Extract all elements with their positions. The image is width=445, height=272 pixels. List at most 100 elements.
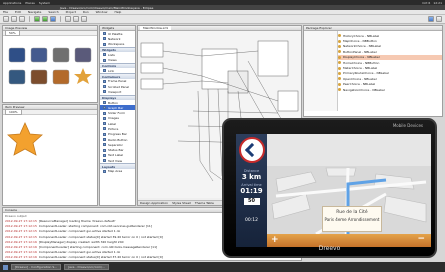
log-message: ComponentLoader: component status[0] sta… xyxy=(38,234,163,239)
palette-label: Views xyxy=(108,58,117,63)
component-icon xyxy=(338,44,341,48)
log-timestamp: 2012-09-27 17:12:15 xyxy=(5,224,37,229)
task-label: Java - Dreevo/src/com/... xyxy=(68,265,105,269)
screen-node xyxy=(140,78,164,90)
widget-icon xyxy=(103,79,106,83)
palette-label: Text Label xyxy=(108,153,124,158)
nav-info-panel: Distance 3 km Arrival time 01:19 50 00:1… xyxy=(236,134,267,247)
search-icon[interactable] xyxy=(65,16,71,22)
palette-label: Progress Bar xyxy=(108,132,127,137)
screen-node xyxy=(140,42,164,58)
image-preview-panel: Image Preview 50% xyxy=(2,25,98,103)
tree-item[interactable]: NavigationChoice - NBLabel xyxy=(338,87,442,92)
destination-box[interactable]: Rue de la Cité Paris 4eme Arrondissement xyxy=(322,206,382,232)
save-icon[interactable] xyxy=(11,16,17,22)
palette-label: Status Bar xyxy=(108,148,124,153)
component-icon xyxy=(338,61,341,65)
tab-styles-sheet[interactable]: Styles Sheet xyxy=(172,201,191,205)
forward-icon[interactable] xyxy=(81,16,87,22)
widget-icon xyxy=(103,85,106,89)
tree-item-label: MapChoice - NBButton xyxy=(343,39,377,44)
main-toolbar xyxy=(0,15,445,24)
toolbar-separator xyxy=(60,16,61,22)
component-icon xyxy=(338,82,341,86)
task-button[interactable]: Java - Dreevo/src/com/... xyxy=(64,264,109,270)
widget-icon xyxy=(103,101,106,104)
log-message: [DisplayManager] display created: width … xyxy=(38,239,124,244)
turn-arrow-icon xyxy=(244,142,259,158)
star-preview xyxy=(7,122,43,156)
editor-tab[interactable]: MainWindow.xml xyxy=(140,26,172,30)
widget-icon xyxy=(103,116,106,120)
screen-node xyxy=(257,40,289,77)
menu-applications[interactable]: Applications xyxy=(3,1,21,5)
console-title: Console xyxy=(5,208,17,212)
palette-label: Frame Panel xyxy=(108,79,127,84)
palette-label: UI Palette xyxy=(108,31,123,36)
task-label: [Dreevo] - Configuration S... xyxy=(15,265,58,269)
menu-edit[interactable]: Edit xyxy=(15,10,21,14)
zoom-in-button[interactable]: + xyxy=(271,235,279,245)
tab-design-application[interactable]: Design Application xyxy=(140,201,168,205)
task-button[interactable]: [Dreevo] - Configuration S... xyxy=(11,264,62,270)
palette-title: Widgets xyxy=(102,26,115,30)
destination-street: Rue de la Cité xyxy=(336,210,368,215)
menu-run[interactable]: Run xyxy=(83,10,89,14)
toolbar-separator xyxy=(29,16,30,22)
zoom-out-button[interactable]: − xyxy=(417,234,425,244)
device-brand-logo: Dreevo xyxy=(318,245,341,252)
menu-places[interactable]: Places xyxy=(25,1,35,5)
show-desktop-icon[interactable] xyxy=(3,264,8,270)
tab-theme-table[interactable]: Theme Table xyxy=(195,201,214,205)
image-thumbnail-grid xyxy=(8,47,92,85)
log-timestamp: 2012-09-27 17:12:15 xyxy=(5,229,37,234)
component-icon xyxy=(338,71,341,75)
palette-label: Text View xyxy=(108,158,123,163)
menu-project[interactable]: Project xyxy=(66,10,76,14)
widget-icon xyxy=(103,90,106,94)
palette-label: Link xyxy=(108,68,115,73)
tree-item-label: MeterChoice - NBLabel xyxy=(343,66,378,71)
menu-navigate[interactable]: Navigate xyxy=(28,10,41,14)
clock-label[interactable]: 12:21 xyxy=(433,1,442,5)
palette-label: Map Area xyxy=(108,169,123,174)
package-explorer-panel: Package Explorer HistoryChoice - NBLabel… xyxy=(303,25,443,117)
tree-item-label: NetworkChoice - NBLabel xyxy=(343,44,382,49)
perspective-java-icon[interactable] xyxy=(428,16,434,22)
menu-system[interactable]: System xyxy=(39,1,50,5)
widget-icon xyxy=(103,169,106,173)
log-message: [ResourceManager] loading theme 'dreevo-… xyxy=(38,219,116,224)
log-timestamp: 2012-09-27 17:12:16 xyxy=(5,250,37,255)
component-icon xyxy=(338,77,341,81)
tree-item-label: PrimaryRouteChoice - NBLabel xyxy=(343,71,389,76)
log-message: ComponentLoader: component gui.active st… xyxy=(38,250,121,255)
debug-icon[interactable] xyxy=(42,16,48,22)
palette-label: Separator xyxy=(108,142,123,147)
palette-item[interactable]: Map Area xyxy=(100,169,135,174)
palette-label: Network xyxy=(108,36,121,41)
thumbnail xyxy=(8,69,26,85)
print-icon[interactable] xyxy=(19,16,25,22)
menu-window[interactable]: Window xyxy=(96,10,108,14)
speed-limit-badge: 50 xyxy=(243,198,260,205)
new-class-icon[interactable] xyxy=(50,16,56,22)
menu-file[interactable]: File xyxy=(3,10,8,14)
back-icon[interactable] xyxy=(73,16,79,22)
tree-item-label: ButtonPanel - NBLabel xyxy=(343,49,377,54)
menu-search[interactable]: Search xyxy=(48,10,58,14)
package-explorer-title: Package Explorer xyxy=(306,26,332,30)
new-file-icon[interactable] xyxy=(3,16,9,22)
palette-label: Widgets xyxy=(102,48,116,53)
widget-icon xyxy=(103,37,106,41)
menu-help[interactable]: Help xyxy=(115,10,122,14)
widget-icon xyxy=(103,69,106,73)
palette-label: Scrolled Panel xyxy=(108,84,130,89)
device-screen[interactable]: Distance 3 km Arrival time 01:19 50 00:1… xyxy=(236,134,431,247)
log-timestamp: 2012-09-27 17:12:16 xyxy=(5,245,37,250)
taskbar: [Dreevo] - Configuration S... Java - Dre… xyxy=(0,262,445,272)
perspective-debug-icon[interactable] xyxy=(436,16,442,22)
run-icon[interactable] xyxy=(34,16,40,22)
widget-icon xyxy=(103,148,106,152)
window-title: Java - Dreevo/src/com/dreevo/main/MainWi… xyxy=(60,5,154,10)
widget-icon xyxy=(103,153,106,157)
